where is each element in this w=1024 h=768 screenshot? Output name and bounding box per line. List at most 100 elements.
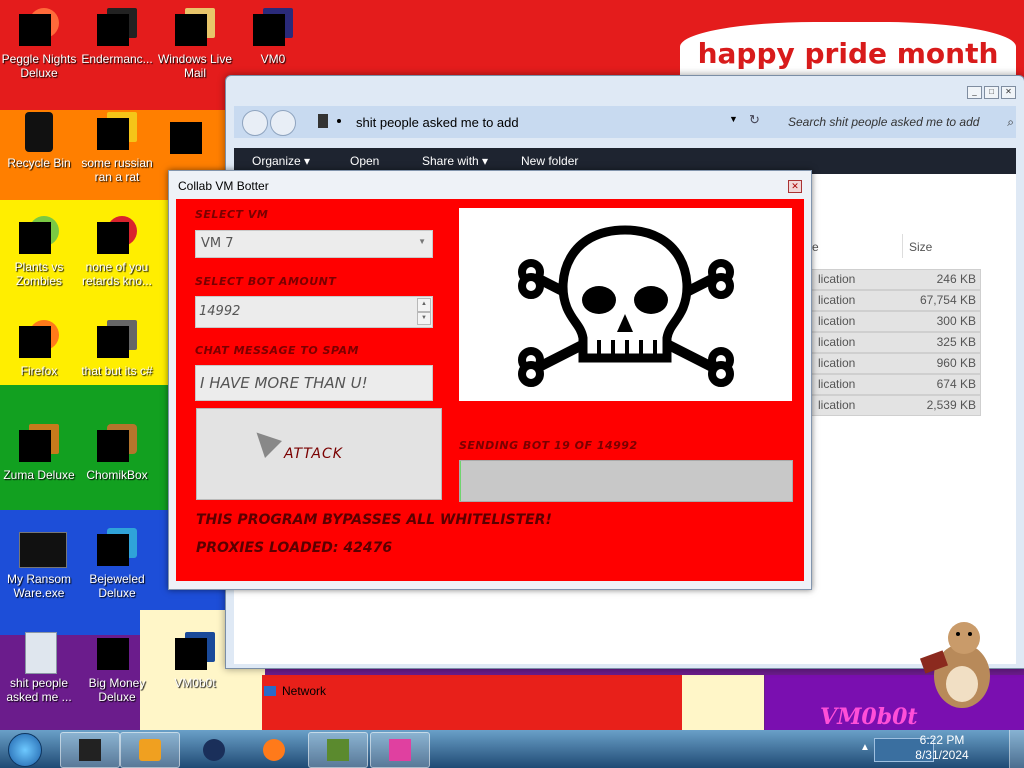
table-row[interactable]: lication 67,754 KB (809, 290, 981, 311)
address-path[interactable]: shit people asked me to add (356, 115, 519, 130)
table-row[interactable]: lication 246 KB (809, 269, 981, 290)
maximize-button[interactable]: □ (984, 86, 999, 99)
csharp-app-icon (97, 320, 137, 360)
desktop-icon-enderman[interactable]: Endermanc... (78, 8, 156, 66)
desktop-icon-folder[interactable]: shit people asked me ... (0, 632, 78, 704)
peggle-icon (19, 8, 59, 48)
file-size: 246 KB (936, 272, 976, 286)
file-size: 300 KB (936, 314, 976, 328)
file-size: 67,754 KB (919, 293, 976, 307)
column-header-type[interactable]: e (812, 240, 819, 254)
bot-amount-stepper[interactable]: 14992 ▲ ▼ (195, 296, 433, 328)
cursor-arrow-icon (248, 424, 282, 458)
file-type: lication (818, 356, 856, 370)
taskbar-button-minecraft[interactable] (308, 732, 368, 768)
desktop-icon-label: VM0 (260, 52, 286, 66)
close-button[interactable]: ✕ (1001, 86, 1016, 99)
tray-expand-icon[interactable]: ▲ (860, 742, 870, 753)
organize-button[interactable]: Organize ▾ (252, 154, 310, 168)
start-button[interactable] (8, 733, 42, 767)
clock-time: 6:22 PM (919, 733, 965, 747)
taskbar-button-botter[interactable] (370, 732, 430, 768)
file-size: 674 KB (936, 377, 976, 391)
desktop-icon-csharp-app[interactable]: that but its c# (78, 320, 156, 378)
stepper-down-button[interactable]: ▼ (417, 311, 431, 325)
share-with-button[interactable]: Share with ▾ (422, 154, 488, 168)
nav-item-network[interactable]: Network (282, 684, 326, 698)
firefox-icon (263, 739, 285, 761)
vm-select[interactable]: VM 7 ▼ (195, 230, 433, 258)
plants-vs-zombies-icon (19, 216, 59, 256)
folder-icon (19, 632, 59, 674)
taskbar-button-explorer[interactable] (60, 732, 120, 768)
chat-message-value: I HAVE MORE THAN U! (200, 374, 368, 392)
desktop-icon-label: Peggle Nights Deluxe (1, 52, 77, 80)
new-folder-button[interactable]: New folder (521, 154, 578, 168)
back-button[interactable] (242, 110, 268, 136)
proxies-loaded: PROXIES LOADED: 42476 (196, 540, 393, 556)
desktop-icon-label: Zuma Deluxe (3, 468, 75, 482)
desktop-icon-ransomware[interactable]: My Ransom Ware.exe (0, 528, 78, 600)
table-row[interactable]: lication 674 KB (809, 374, 981, 395)
chat-message-label: CHAT MESSAGE TO SPAM (195, 344, 359, 357)
attack-button[interactable]: ATTACK (196, 408, 442, 500)
vm-select-value: VM 7 (201, 236, 234, 251)
globe-icon (203, 739, 225, 761)
taskbar-clock[interactable]: 6:22 PM 8/31/2024 (912, 733, 972, 763)
desktop-icon-windows-live-mail[interactable]: Windows Live Mail (156, 8, 234, 80)
vm0-icon (253, 8, 293, 48)
select-vm-label: SELECT VM (195, 208, 269, 221)
desktop-icon-label: Firefox (20, 364, 58, 378)
search-icon[interactable]: ⌕ (1007, 112, 1014, 132)
file-type: lication (818, 272, 856, 286)
network-icon (264, 686, 276, 696)
close-button[interactable]: ✕ (788, 180, 802, 193)
send-progress-bar (459, 460, 793, 502)
desktop-icon-recycle-bin[interactable]: Recycle Bin (0, 112, 78, 170)
taskbar-button-firefox[interactable] (244, 732, 304, 768)
open-button[interactable]: Open (350, 154, 379, 168)
desktop-icon-label: My Ransom Ware.exe (6, 572, 71, 600)
taskbar-button-media-player[interactable] (120, 732, 180, 768)
address-dropdown-icon[interactable]: ▼ (729, 114, 738, 124)
desktop-icon-chomikbox[interactable]: ChomikBox (78, 424, 156, 482)
desktop-icon-generic-app[interactable]: none of you retards kno... (78, 216, 156, 288)
window-controls: _ □ ✕ (967, 86, 1016, 99)
sending-status: SENDING BOT 19 OF 14992 (459, 439, 638, 452)
big-money-icon (97, 632, 137, 672)
desktop-icon-label: VM0b0t (174, 676, 216, 690)
terminal-icon (79, 739, 101, 761)
collab-vm-botter-window: Collab VM Botter ✕ SELECT VM VM 7 ▼ SELE… (168, 170, 812, 590)
forward-button[interactable] (270, 110, 296, 136)
stepper-up-button[interactable]: ▲ (417, 298, 431, 312)
desktop-icon-vm0b0t[interactable]: VM0b0t (156, 632, 234, 690)
vm-brand-logo: VM0b0t (820, 704, 918, 730)
desktop-icon-peggle[interactable]: Peggle Nights Deluxe (0, 8, 78, 80)
table-row[interactable]: lication 2,539 KB (809, 395, 981, 416)
desktop-icon-russian-rat[interactable]: some russian ran a rat (78, 112, 156, 184)
search-input[interactable]: Search shit people asked me to add ⌕ (782, 112, 1018, 132)
column-header-size[interactable]: Size (909, 240, 932, 254)
desktop-icon-label: none of you retards kno... (81, 260, 153, 288)
file-size: 325 KB (936, 335, 976, 349)
minimize-button[interactable]: _ (967, 86, 982, 99)
show-desktop-button[interactable] (1009, 730, 1024, 768)
table-row[interactable]: lication 300 KB (809, 311, 981, 332)
desktop-icon-label: Recycle Bin (7, 156, 71, 170)
desktop-icon-big-money[interactable]: Big Money Deluxe (78, 632, 156, 704)
desktop-icon-label: Endermanc... (81, 52, 153, 66)
breadcrumb-separator-icon (337, 119, 341, 123)
desktop-icon-plants-vs-zombies[interactable]: Plants vs Zombies (0, 216, 78, 288)
chat-message-input[interactable]: I HAVE MORE THAN U! (195, 365, 433, 401)
taskbar-button-globe[interactable] (184, 732, 244, 768)
botter-app-icon (389, 739, 411, 761)
redacted-icon (170, 122, 202, 154)
desktop-icon-vm0[interactable]: VM0 (234, 8, 312, 66)
table-row[interactable]: lication 960 KB (809, 353, 981, 374)
desktop-icon-firefox[interactable]: Firefox (0, 320, 78, 378)
file-type: lication (818, 335, 856, 349)
refresh-icon[interactable]: ↻ (749, 112, 760, 128)
table-row[interactable]: lication 325 KB (809, 332, 981, 353)
desktop-icon-bejeweled[interactable]: Bejeweled Deluxe (78, 528, 156, 600)
desktop-icon-zuma[interactable]: Zuma Deluxe (0, 424, 78, 482)
